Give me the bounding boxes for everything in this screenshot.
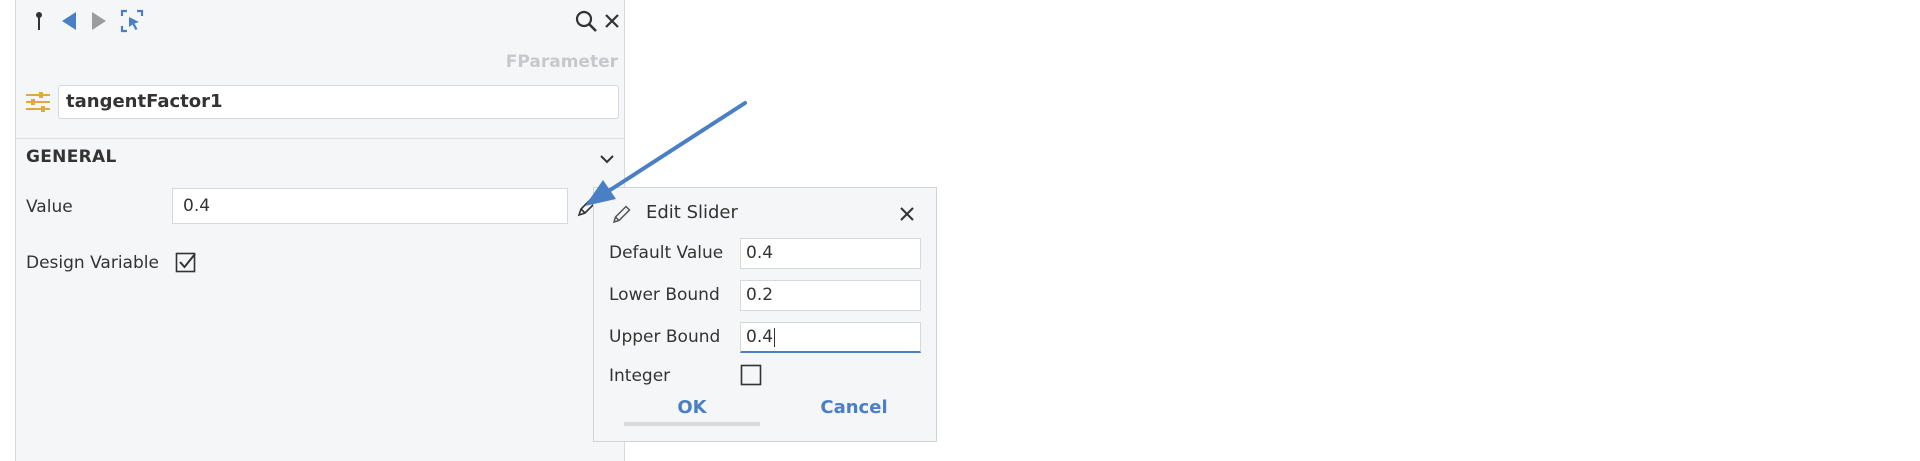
upper-bound-label: Upper Bound [609, 327, 721, 347]
back-icon[interactable] [56, 8, 82, 34]
default-value-label: Default Value [609, 243, 724, 263]
slider-parameter-icon [24, 88, 52, 116]
section-title-general[interactable]: GENERAL [26, 147, 117, 167]
upper-bound-input[interactable]: 0.4 [740, 322, 921, 353]
design-variable-checkbox[interactable] [175, 251, 197, 273]
divider [16, 138, 624, 139]
integer-label: Integer [609, 366, 671, 386]
lower-bound-input[interactable]: 0.2 [740, 280, 921, 311]
upper-bound-value: 0.4 [746, 327, 774, 347]
value-label: Value [26, 197, 73, 217]
ok-button-underline [624, 422, 760, 426]
integer-checkbox[interactable] [740, 364, 762, 386]
forward-icon[interactable] [86, 8, 112, 34]
checkmark-icon [175, 252, 196, 273]
pin-icon[interactable] [26, 8, 52, 34]
close-icon[interactable] [599, 8, 625, 34]
search-icon[interactable] [573, 8, 599, 34]
dialog-title: Edit Slider [646, 202, 738, 223]
chevron-down-icon[interactable] [596, 148, 618, 170]
cancel-button[interactable]: Cancel [794, 396, 914, 420]
select-icon[interactable] [119, 8, 145, 34]
properties-panel: FParameter tangentFactor1 GENERAL Value … [15, 0, 625, 461]
type-label: FParameter [505, 52, 618, 72]
name-field[interactable]: tangentFactor1 [58, 85, 619, 119]
ok-button[interactable]: OK [624, 396, 760, 420]
lower-bound-label: Lower Bound [609, 285, 720, 305]
pencil-icon [610, 202, 634, 226]
design-variable-label: Design Variable [26, 253, 159, 273]
close-icon[interactable] [897, 204, 917, 224]
default-value-input[interactable]: 0.4 [740, 238, 921, 269]
text-caret [774, 327, 776, 347]
edit-slider-dialog: Edit Slider Default Value 0.4 Lower Boun… [593, 187, 937, 442]
value-input[interactable]: 0.4 [172, 188, 568, 224]
